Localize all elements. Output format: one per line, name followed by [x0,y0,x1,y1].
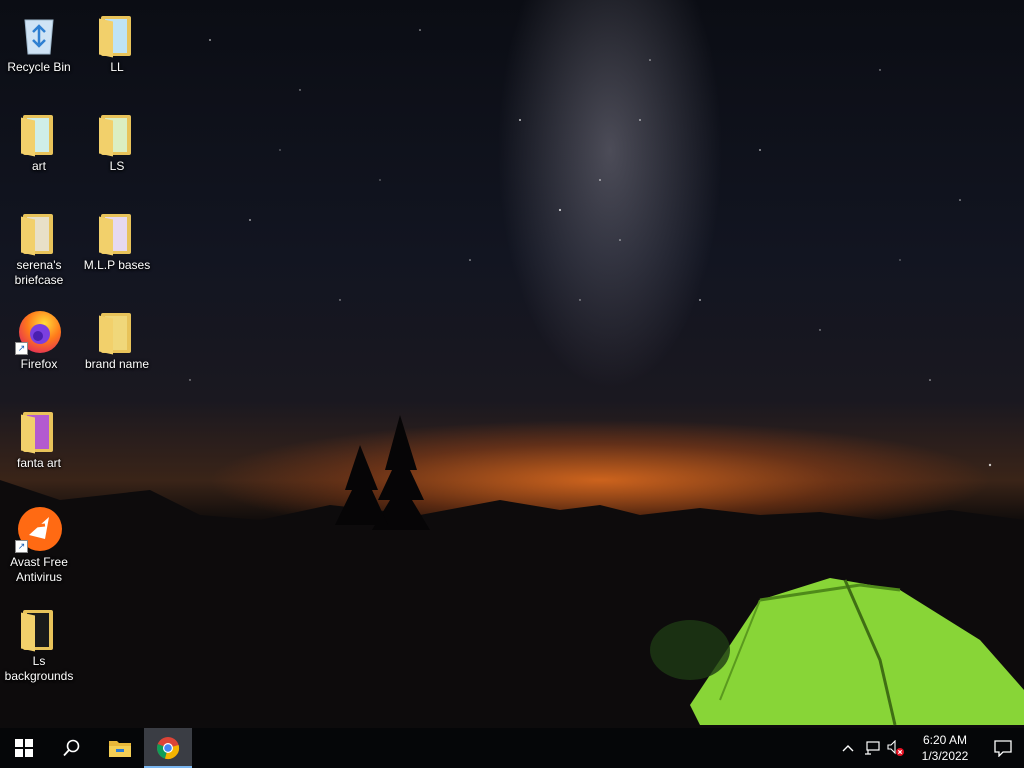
desktop-icon-recycle-bin[interactable]: Recycle Bin [0,4,78,75]
desktop-icon-label: serena's briefcase [14,258,64,287]
clock-date: 1/3/2022 [921,749,969,763]
notification-icon [994,740,1012,757]
folder-icon [15,208,63,256]
taskbar: 6:20 AM 1/3/2022 [0,728,1024,768]
start-button[interactable] [0,728,48,768]
desktop-icon-label: LS [109,159,125,173]
desktop-icon-label: Avast Free Antivirus [10,555,68,584]
desktop-icon-label: art [31,159,46,173]
clock-time: 6:20 AM [922,733,968,747]
desktop-icon-mlp-bases-folder[interactable]: M.L.P bases [78,202,156,273]
search-button[interactable] [48,728,96,768]
desktop-icon-label: M.L.P bases [83,258,151,272]
folder-icon [15,604,63,652]
desktop-icon-label: Recycle Bin [7,60,71,74]
desktop-icon-brand-name-folder[interactable]: brand name [78,301,156,372]
desktop-icon-ls-folder[interactable]: LS [78,103,156,174]
shortcut-arrow-icon: ↗ [15,342,28,355]
desktop-icon-fanta-art-folder[interactable]: fanta art [0,400,78,471]
desktop-icon-label: brand name [84,357,150,371]
desktop-icon-label: Firefox [20,357,58,371]
chrome-taskbar-button[interactable] [144,728,192,768]
avast-icon: ↗ [15,505,63,553]
desktop-icon-ls-backgrounds-folder[interactable]: Ls backgrounds [0,598,78,684]
desktop-icon-label: fanta art [16,456,62,470]
folder-icon [93,109,141,157]
chevron-up-icon[interactable] [836,728,860,768]
folder-icon [15,109,63,157]
desktop-icon-avast-free-antivirus[interactable]: ↗ Avast Free Antivirus [0,499,78,585]
folder-icon [93,208,141,256]
folder-icon [93,10,141,58]
search-icon [63,739,80,757]
file-explorer-taskbar-button[interactable] [96,728,144,768]
system-tray: 6:20 AM 1/3/2022 [836,728,1024,768]
taskbar-clock[interactable]: 6:20 AM 1/3/2022 [914,732,976,764]
desktop-icon-label: LL [110,60,124,74]
recycle-bin-icon [15,10,63,58]
folder-icon [93,307,141,355]
desktop-icon-label: Ls backgrounds [4,654,74,683]
desktop-icon-art-folder[interactable]: art [0,103,78,174]
file-explorer-icon [109,741,131,757]
desktop-icon-ll-folder[interactable]: LL [78,4,156,75]
desktop-icon-serenas-briefcase-folder[interactable]: serena's briefcase [0,202,78,288]
desktop-icon-firefox[interactable]: ↗ Firefox [0,301,78,372]
windows-logo-icon [15,739,33,757]
firefox-icon: ↗ [15,307,63,355]
notification-button[interactable] [982,728,1024,768]
volume-muted-icon[interactable] [884,728,908,768]
network-icon[interactable] [860,728,884,768]
shortcut-arrow-icon: ↗ [15,540,28,553]
folder-icon [15,406,63,454]
chrome-icon [157,737,180,760]
